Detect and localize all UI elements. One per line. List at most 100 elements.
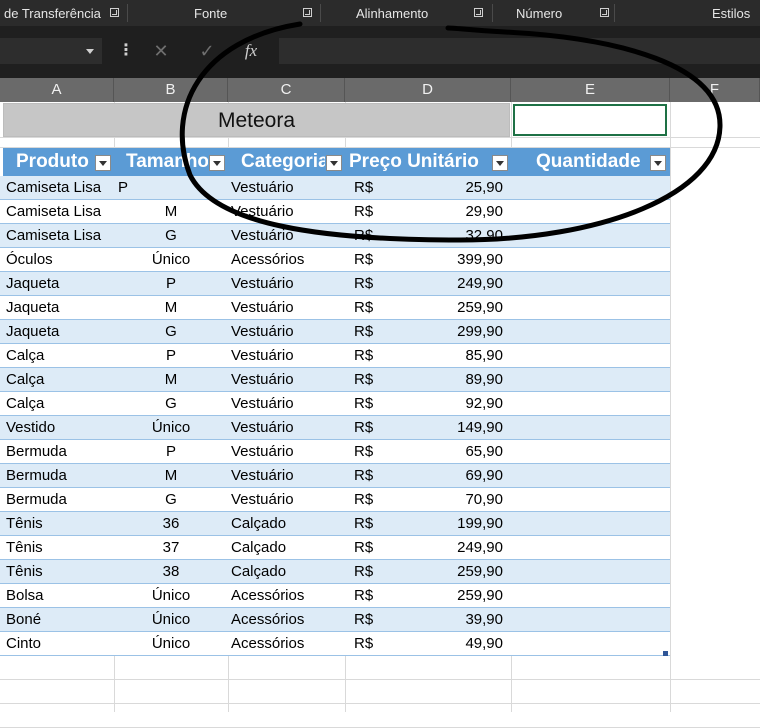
- cell-produto[interactable]: Camiseta Lisa: [6, 200, 110, 224]
- cell-produto[interactable]: Camiseta Lisa: [6, 176, 110, 200]
- cell-categoria[interactable]: Vestuário: [231, 200, 343, 224]
- cell-tamanho[interactable]: P: [114, 272, 228, 296]
- cell-preco[interactable]: 259,90: [400, 584, 503, 608]
- filter-dropdown-icon[interactable]: [95, 155, 111, 171]
- cell-tamanho[interactable]: P: [118, 176, 232, 200]
- cell-categoria[interactable]: Calçado: [231, 560, 343, 584]
- cell-currency[interactable]: R$: [354, 368, 394, 392]
- cell-preco[interactable]: 39,90: [400, 608, 503, 632]
- cell-produto[interactable]: Jaqueta: [6, 296, 110, 320]
- cell-categoria[interactable]: Vestuário: [231, 368, 343, 392]
- cell-tamanho[interactable]: G: [114, 488, 228, 512]
- cell-preco[interactable]: 70,90: [400, 488, 503, 512]
- insert-function-icon[interactable]: fx: [236, 38, 266, 64]
- cell-produto[interactable]: Bermuda: [6, 464, 110, 488]
- cell-currency[interactable]: R$: [354, 296, 394, 320]
- cell-currency[interactable]: R$: [354, 176, 394, 200]
- cell-produto[interactable]: Boné: [6, 608, 110, 632]
- cell-preco[interactable]: 259,90: [400, 560, 503, 584]
- cell-tamanho[interactable]: Único: [114, 584, 228, 608]
- cell-produto[interactable]: Óculos: [6, 248, 110, 272]
- cell-categoria[interactable]: Vestuário: [231, 344, 343, 368]
- cell-currency[interactable]: R$: [354, 512, 394, 536]
- cell-currency[interactable]: R$: [354, 344, 394, 368]
- cell-preco[interactable]: 69,90: [400, 464, 503, 488]
- cell-preco[interactable]: 399,90: [400, 248, 503, 272]
- cell-categoria[interactable]: Calçado: [231, 536, 343, 560]
- cell-preco[interactable]: 249,90: [400, 536, 503, 560]
- cell-tamanho[interactable]: 36: [114, 512, 228, 536]
- selected-cell-e2[interactable]: [513, 104, 667, 136]
- cell-currency[interactable]: R$: [354, 488, 394, 512]
- cell-currency[interactable]: R$: [354, 392, 394, 416]
- table-resize-handle[interactable]: [663, 651, 668, 656]
- cell-currency[interactable]: R$: [354, 632, 394, 656]
- cell-produto[interactable]: Calça: [6, 392, 110, 416]
- cell-produto[interactable]: Jaqueta: [6, 320, 110, 344]
- number-launcher-icon[interactable]: [600, 8, 609, 17]
- cell-categoria[interactable]: Vestuário: [231, 440, 343, 464]
- cell-categoria[interactable]: Acessórios: [231, 632, 343, 656]
- cell-categoria[interactable]: Vestuário: [231, 224, 343, 248]
- filter-dropdown-icon[interactable]: [209, 155, 225, 171]
- cell-currency[interactable]: R$: [354, 440, 394, 464]
- chevron-down-icon[interactable]: [86, 49, 94, 54]
- cell-currency[interactable]: R$: [354, 200, 394, 224]
- font-launcher-icon[interactable]: [303, 8, 312, 17]
- cell-categoria[interactable]: Vestuário: [231, 176, 343, 200]
- cell-preco[interactable]: 149,90: [400, 416, 503, 440]
- header-tamanho[interactable]: Tamanho: [126, 148, 208, 176]
- column-header-f[interactable]: F: [670, 78, 760, 102]
- cell-preco[interactable]: 299,90: [400, 320, 503, 344]
- column-header-b[interactable]: B: [114, 78, 228, 102]
- cell-currency[interactable]: R$: [354, 248, 394, 272]
- cell-currency[interactable]: R$: [354, 224, 394, 248]
- cell-produto[interactable]: Vestido: [6, 416, 110, 440]
- header-categoria[interactable]: Categoria: [241, 148, 325, 176]
- cell-produto[interactable]: Calça: [6, 368, 110, 392]
- cell-categoria[interactable]: Acessórios: [231, 608, 343, 632]
- formula-input[interactable]: [279, 38, 760, 64]
- cell-produto[interactable]: Calça: [6, 344, 110, 368]
- cell-produto[interactable]: Bermuda: [6, 488, 110, 512]
- cell-tamanho[interactable]: Único: [114, 248, 228, 272]
- cell-tamanho[interactable]: M: [114, 464, 228, 488]
- cell-preco[interactable]: 29,90: [400, 200, 503, 224]
- column-header-e[interactable]: E: [511, 78, 670, 102]
- cell-preco[interactable]: 92,90: [400, 392, 503, 416]
- cell-tamanho[interactable]: M: [114, 296, 228, 320]
- cell-categoria[interactable]: Vestuário: [231, 392, 343, 416]
- cell-categoria[interactable]: Vestuário: [231, 296, 343, 320]
- clipboard-launcher-icon[interactable]: [110, 8, 119, 17]
- cell-produto[interactable]: Cinto: [6, 632, 110, 656]
- cell-currency[interactable]: R$: [354, 464, 394, 488]
- cell-preco[interactable]: 249,90: [400, 272, 503, 296]
- cell-preco[interactable]: 32,90: [400, 224, 503, 248]
- cell-tamanho[interactable]: 37: [114, 536, 228, 560]
- cell-produto[interactable]: Jaqueta: [6, 272, 110, 296]
- cell-categoria[interactable]: Acessórios: [231, 584, 343, 608]
- column-header-c[interactable]: C: [228, 78, 345, 102]
- filter-dropdown-icon[interactable]: [492, 155, 508, 171]
- cell-categoria[interactable]: Vestuário: [231, 272, 343, 296]
- cell-categoria[interactable]: Vestuário: [231, 320, 343, 344]
- header-preco-unitario[interactable]: Preço Unitário: [349, 148, 491, 176]
- cell-tamanho[interactable]: 38: [114, 560, 228, 584]
- cell-produto[interactable]: Tênis: [6, 512, 110, 536]
- cell-currency[interactable]: R$: [354, 584, 394, 608]
- filter-dropdown-icon[interactable]: [650, 155, 666, 171]
- cell-categoria[interactable]: Calçado: [231, 512, 343, 536]
- column-header-a[interactable]: A: [0, 78, 114, 102]
- cell-categoria[interactable]: Vestuário: [231, 416, 343, 440]
- cell-preco[interactable]: 85,90: [400, 344, 503, 368]
- header-quantidade[interactable]: Quantidade: [536, 148, 648, 176]
- cell-preco[interactable]: 259,90: [400, 296, 503, 320]
- cell-tamanho[interactable]: Único: [114, 632, 228, 656]
- cancel-icon[interactable]: ✕: [146, 38, 176, 64]
- enter-check-icon[interactable]: ✓: [192, 38, 222, 64]
- cell-currency[interactable]: R$: [354, 416, 394, 440]
- cell-tamanho[interactable]: M: [114, 200, 228, 224]
- more-options-icon[interactable]: ⋮: [118, 42, 134, 60]
- filter-dropdown-icon[interactable]: [326, 155, 342, 171]
- cell-produto[interactable]: Tênis: [6, 536, 110, 560]
